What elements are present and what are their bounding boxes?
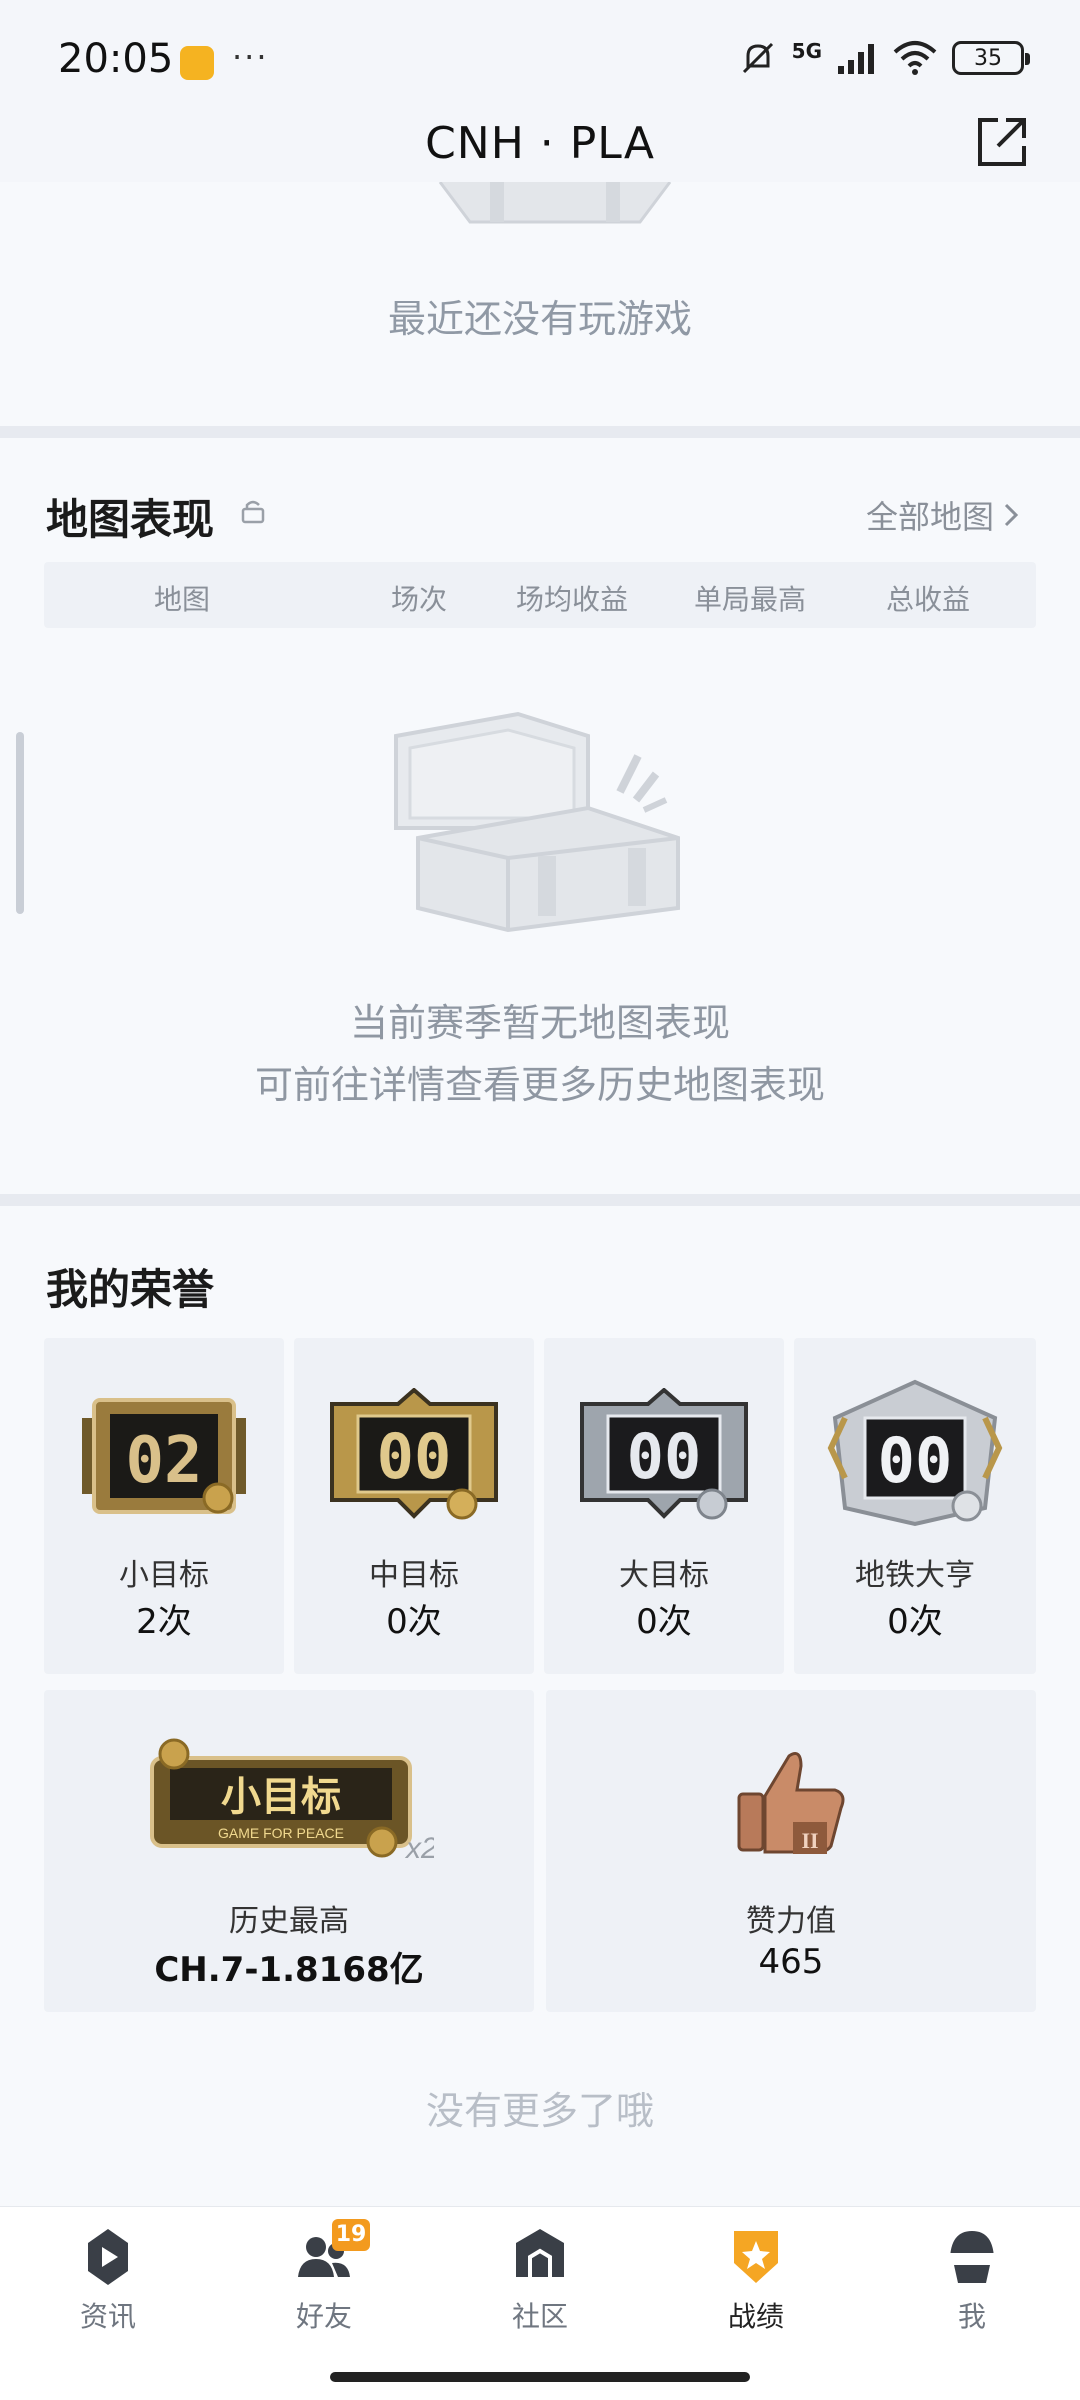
column-header: 总收益: [886, 583, 971, 616]
nav-item-news[interactable]: 资讯: [38, 2225, 178, 2335]
column-header: 场均收益: [516, 583, 629, 616]
honor-tile-metro-tycoon[interactable]: 00 地铁大亨 0次: [794, 1338, 1036, 1674]
medium-goal-badge-icon: 00: [330, 1388, 498, 1520]
external-link-icon[interactable]: [972, 112, 1032, 172]
status-icons: 5G 35: [738, 36, 1030, 80]
more-notifications-icon: ···: [232, 38, 269, 76]
map-empty-text: 当前赛季暂无地图表现: [349, 1001, 730, 1045]
notification-app-icon: [180, 46, 214, 80]
small-goal-trophy-icon: 小目标 GAME FOR PEACE x2: [150, 1738, 434, 1864]
wifi-icon: [893, 41, 937, 75]
honor-label: 地铁大亨: [855, 1558, 975, 1593]
clock: 20:05: [58, 36, 174, 82]
battery-indicator: 35: [952, 41, 1030, 75]
end-of-list-text: 没有更多了哦: [425, 2089, 654, 2133]
page-title: CNH · PLA: [425, 118, 655, 169]
trophy-subtitle: GAME FOR PEACE: [218, 1825, 344, 1841]
nav-label: 资讯: [79, 2300, 136, 2333]
big-goal-badge-icon: 00: [580, 1388, 748, 1520]
column-header: 单局最高: [694, 583, 807, 616]
recent-games-section: 最近还没有玩游戏: [0, 182, 1080, 426]
chevron-right-icon: [1004, 503, 1019, 527]
honor-label: 大目标: [619, 1558, 709, 1593]
nav-item-friends[interactable]: 19 好友: [254, 2219, 394, 2335]
trophy-title: 小目标: [221, 1775, 341, 1819]
honors-section: 我的荣誉 02 小目标 2次 00 中目标 0次 00 大目标 0次 00 地铁…: [0, 1206, 1080, 2206]
badge-number: 00: [627, 1420, 702, 1493]
honor-count: 0次: [636, 1602, 692, 1642]
honor-tile-big-goal[interactable]: 00 大目标 0次: [544, 1338, 784, 1674]
mute-icon: [742, 42, 773, 74]
honor-label: 小目标: [119, 1558, 209, 1593]
lock-icon: [241, 500, 265, 524]
friends-notification-badge: 19: [332, 2219, 370, 2251]
nav-item-records[interactable]: 战绩: [686, 2225, 826, 2335]
honor-tile-medium-goal[interactable]: 00 中目标 0次: [294, 1338, 534, 1674]
nav-item-me[interactable]: 我: [902, 2225, 1042, 2335]
network-type: 5G: [791, 39, 822, 63]
all-maps-label: 全部地图: [865, 498, 994, 536]
recent-empty-text: 最近还没有玩游戏: [387, 297, 692, 341]
nav-label: 社区: [511, 2300, 568, 2333]
signal-icon: [838, 44, 874, 74]
records-icon: [734, 2231, 778, 2283]
thumbs-up-icon: II: [737, 1752, 845, 1854]
community-icon: [516, 2229, 564, 2277]
bottom-navigation: 资讯 19 好友 社区 战绩 我: [0, 2206, 1080, 2400]
table-header: 地图 场次 场均收益 单局最高 总收益: [44, 562, 1036, 628]
map-performance-section: 地图表现 全部地图 地图 场次 场均收益 单局最高 总收益 当前赛季暂无地图表现…: [0, 438, 1080, 1194]
nav-label: 我: [957, 2300, 986, 2333]
scrollbar[interactable]: [16, 732, 24, 914]
honor-count: 0次: [887, 1602, 943, 1642]
column-header: 地图: [154, 583, 211, 616]
section-divider: [0, 426, 1080, 438]
small-goal-badge-icon: 02: [82, 1398, 246, 1514]
honor-label: 中目标: [369, 1558, 459, 1593]
honor-count: 0次: [386, 1602, 442, 1642]
status-bar: 20:05 ··· 5G 35: [0, 0, 1080, 120]
badge-number: 00: [878, 1424, 953, 1497]
badge-number: 02: [125, 1424, 202, 1498]
metro-tycoon-badge-icon: 00: [827, 1379, 1003, 1527]
profile-icon: [950, 2231, 994, 2283]
badge-number: 00: [377, 1420, 452, 1493]
history-highest-tile[interactable]: 小目标 GAME FOR PEACE x2 历史最高 CH.7-1.8168亿: [44, 1690, 534, 2012]
column-header: 场次: [391, 583, 448, 616]
empty-chest-icon: [394, 711, 680, 933]
history-highest-label: 历史最高: [229, 1904, 349, 1939]
app-screen: 20:05 ··· 5G 35 CNH · PLA 最近还没有玩游戏 地图表现 …: [0, 0, 1080, 2400]
honor-tile-small-goal[interactable]: 02 小目标 2次: [44, 1338, 284, 1674]
likes-tile[interactable]: II 赞力值 465: [546, 1690, 1036, 2012]
page-header: CNH · PLA: [0, 112, 1080, 182]
likes-label: 赞力值: [746, 1904, 836, 1939]
nav-label: 好友: [295, 2300, 352, 2333]
section-title: 地图表现: [46, 495, 215, 544]
empty-box-icon: [438, 182, 672, 224]
history-highest-value: CH.7-1.8168亿: [154, 1950, 424, 1990]
all-maps-link[interactable]: 全部地图: [866, 492, 1020, 538]
news-icon: [88, 2229, 128, 2285]
home-indicator[interactable]: [330, 2372, 750, 2382]
likes-value: 465: [758, 1942, 824, 1982]
map-empty-hint: 可前往详情查看更多历史地图表现: [254, 1063, 825, 1107]
nav-label: 战绩: [727, 2300, 784, 2333]
likes-badge-mark: II: [801, 1828, 818, 1853]
nav-item-community[interactable]: 社区: [470, 2225, 610, 2335]
section-divider: [0, 1194, 1080, 1206]
multiplier: x2: [404, 1832, 434, 1864]
honor-count: 2次: [136, 1602, 192, 1642]
section-title: 我的荣誉: [46, 1265, 215, 1314]
